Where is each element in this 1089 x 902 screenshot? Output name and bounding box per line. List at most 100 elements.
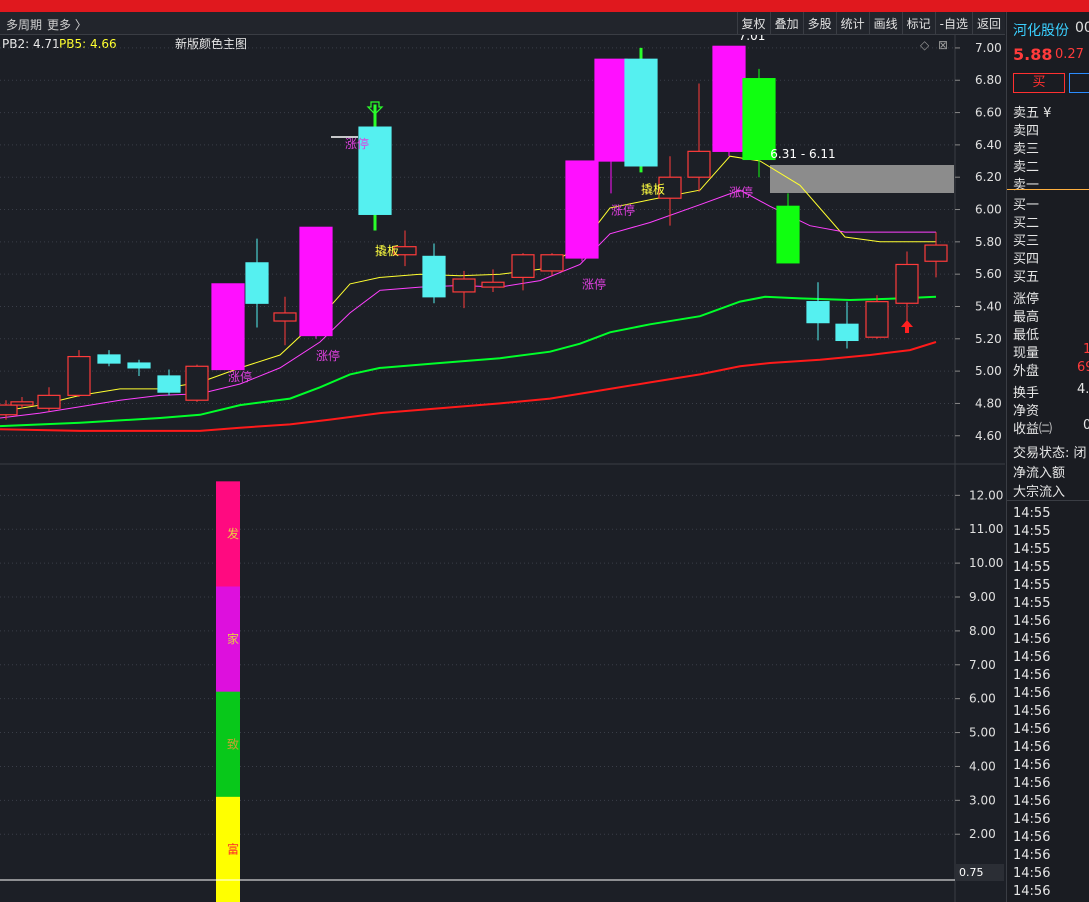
trade-tick-time: 14:55 xyxy=(1013,542,1051,557)
quote-label: 买四 xyxy=(1013,252,1040,267)
chart-annotation: 7.01 xyxy=(739,35,766,43)
candle-body xyxy=(835,323,859,342)
quote-panel: 河化股份 00 5.88 0.27 买 卖五 ¥ 卖四卖三卖二卖一买一买二买三买四… xyxy=(1006,12,1089,902)
axis-tick-label: 4.80 xyxy=(975,396,1002,410)
axis-tick-label: 5.80 xyxy=(975,235,1002,249)
toolbar-button-5[interactable]: 标记 xyxy=(901,12,935,34)
buy-button[interactable]: 买 xyxy=(1013,73,1065,93)
candle-body xyxy=(924,244,948,262)
chart-annotation: 涨停 xyxy=(582,277,606,292)
crosshair-value: 0.75 xyxy=(959,866,984,879)
candle-body xyxy=(97,354,121,364)
axis-tick-label: 6.20 xyxy=(975,170,1002,184)
candle-body xyxy=(865,301,889,338)
axis-tick-label: 9.00 xyxy=(969,590,996,604)
stock-name[interactable]: 河化股份 xyxy=(1013,20,1069,40)
quote-label: 最低 xyxy=(1013,328,1040,343)
indicator-segment-label: 富 xyxy=(227,841,239,856)
toolbar-button-0[interactable]: 复权 xyxy=(736,12,770,34)
toolbar-buttons: 复权 叠加 多股 统计 画线 标记 -自选 返回 xyxy=(736,12,1005,34)
candle-body xyxy=(594,58,628,162)
legend-pb5: PB5: 4.66 xyxy=(59,37,117,51)
axis-tick-label: 6.40 xyxy=(975,138,1002,152)
trade-tick-time: 14:55 xyxy=(1013,578,1051,593)
section-divider xyxy=(1007,500,1089,501)
trade-tick-time: 14:56 xyxy=(1013,848,1051,863)
chart-annotation: 涨停 xyxy=(729,185,753,200)
candle xyxy=(211,283,245,371)
candle-body xyxy=(806,301,830,324)
close-panel-icon[interactable]: ⊠ xyxy=(938,38,948,52)
candle-body xyxy=(452,278,476,293)
candle xyxy=(299,226,333,339)
trade-tick-time: 14:56 xyxy=(1013,830,1051,845)
legend-pb2: PB2: 4.71 xyxy=(2,37,60,51)
chart-annotation: 涨停 xyxy=(228,369,252,384)
toolbar-button-1[interactable]: 叠加 xyxy=(769,12,803,34)
trade-tick-time: 14:55 xyxy=(1013,560,1051,575)
trade-tick-time: 14:56 xyxy=(1013,884,1051,899)
quote-label: 卖一 xyxy=(1013,178,1040,193)
trade-tick-time: 14:56 xyxy=(1013,614,1051,629)
quote-label: 净流入额 xyxy=(1013,466,1066,481)
quote-value: 0 xyxy=(1083,418,1089,433)
price-zone-box xyxy=(770,165,954,193)
stock-chart[interactable]: PB2: 4.71 PB5: 4.66 新版颜色主图 ◇ ⊠ 涨停涨停涨停涨停涨… xyxy=(0,35,1005,902)
candle-body xyxy=(211,283,245,371)
price-change: 0.27 xyxy=(1055,47,1084,62)
trade-tick-time: 14:56 xyxy=(1013,776,1051,791)
quote-label: 买一 xyxy=(1013,198,1040,213)
toolbar-button-7[interactable]: 返回 xyxy=(971,12,1005,34)
chart-annotation: 涨停 xyxy=(316,348,340,363)
candle xyxy=(565,160,599,262)
diamond-icon[interactable]: ◇ xyxy=(920,38,930,52)
axis-tick-label: 4.60 xyxy=(975,429,1002,443)
toolbar-button-3[interactable]: 统计 xyxy=(835,12,869,34)
sell-button[interactable] xyxy=(1069,73,1089,93)
trade-tick-time: 14:56 xyxy=(1013,650,1051,665)
indicator-segment-label: 家 xyxy=(227,631,239,646)
candle-body xyxy=(687,150,711,178)
candle xyxy=(185,364,209,402)
toolbar-button-4[interactable]: 画线 xyxy=(868,12,902,34)
chart-toolbar: 多周期 更多 〉 复权 叠加 多股 统计 画线 标记 -自选 返回 xyxy=(0,12,1005,35)
multi-period-button[interactable]: 多周期 xyxy=(6,16,42,33)
quote-value: 69 xyxy=(1077,360,1089,375)
quote-label: 买二 xyxy=(1013,216,1040,231)
trade-tick-time: 14:56 xyxy=(1013,722,1051,737)
axis-tick-label: 6.00 xyxy=(975,203,1002,217)
trade-tick-time: 14:56 xyxy=(1013,704,1051,719)
quote-label: 净资 xyxy=(1013,404,1040,419)
candle xyxy=(712,45,746,157)
axis-tick-label: 5.00 xyxy=(969,726,996,740)
axis-tick-label: 5.40 xyxy=(975,299,1002,313)
quote-value: 4. xyxy=(1077,382,1089,397)
candle-body xyxy=(481,281,505,288)
trade-tick-time: 14:56 xyxy=(1013,668,1051,683)
candle xyxy=(624,47,658,173)
legend-theme: 新版颜色主图 xyxy=(175,36,247,51)
axis-tick-label: 8.00 xyxy=(969,624,996,638)
chart-annotation: 撬板 xyxy=(641,182,665,196)
axis-tick-label: 4.00 xyxy=(969,759,996,773)
axis-tick-label: 7.00 xyxy=(969,658,996,672)
candle-body xyxy=(273,312,297,322)
chart-annotation: 涨停 xyxy=(345,136,369,151)
candle-body xyxy=(157,375,181,393)
axis-tick-label: 3.00 xyxy=(969,793,996,807)
quote-label: 买三 xyxy=(1013,234,1040,249)
candle-body xyxy=(895,263,919,304)
candle xyxy=(67,350,91,397)
quote-label: 卖三 xyxy=(1013,142,1040,157)
candle-body xyxy=(10,401,34,406)
candle-body xyxy=(540,254,564,272)
toolbar-button-2[interactable]: 多股 xyxy=(802,12,836,34)
more-button[interactable]: 更多 〉 xyxy=(47,16,87,33)
candle-body xyxy=(511,254,535,278)
toolbar-button-6[interactable]: -自选 xyxy=(934,12,972,34)
chart-annotation: 撬板 xyxy=(375,244,399,258)
trade-tick-time: 14:56 xyxy=(1013,632,1051,647)
top-menu-bar xyxy=(0,0,1089,12)
sub-indicator-bars: 发家致富 xyxy=(216,481,240,902)
quote-label: 换手 xyxy=(1013,386,1040,401)
